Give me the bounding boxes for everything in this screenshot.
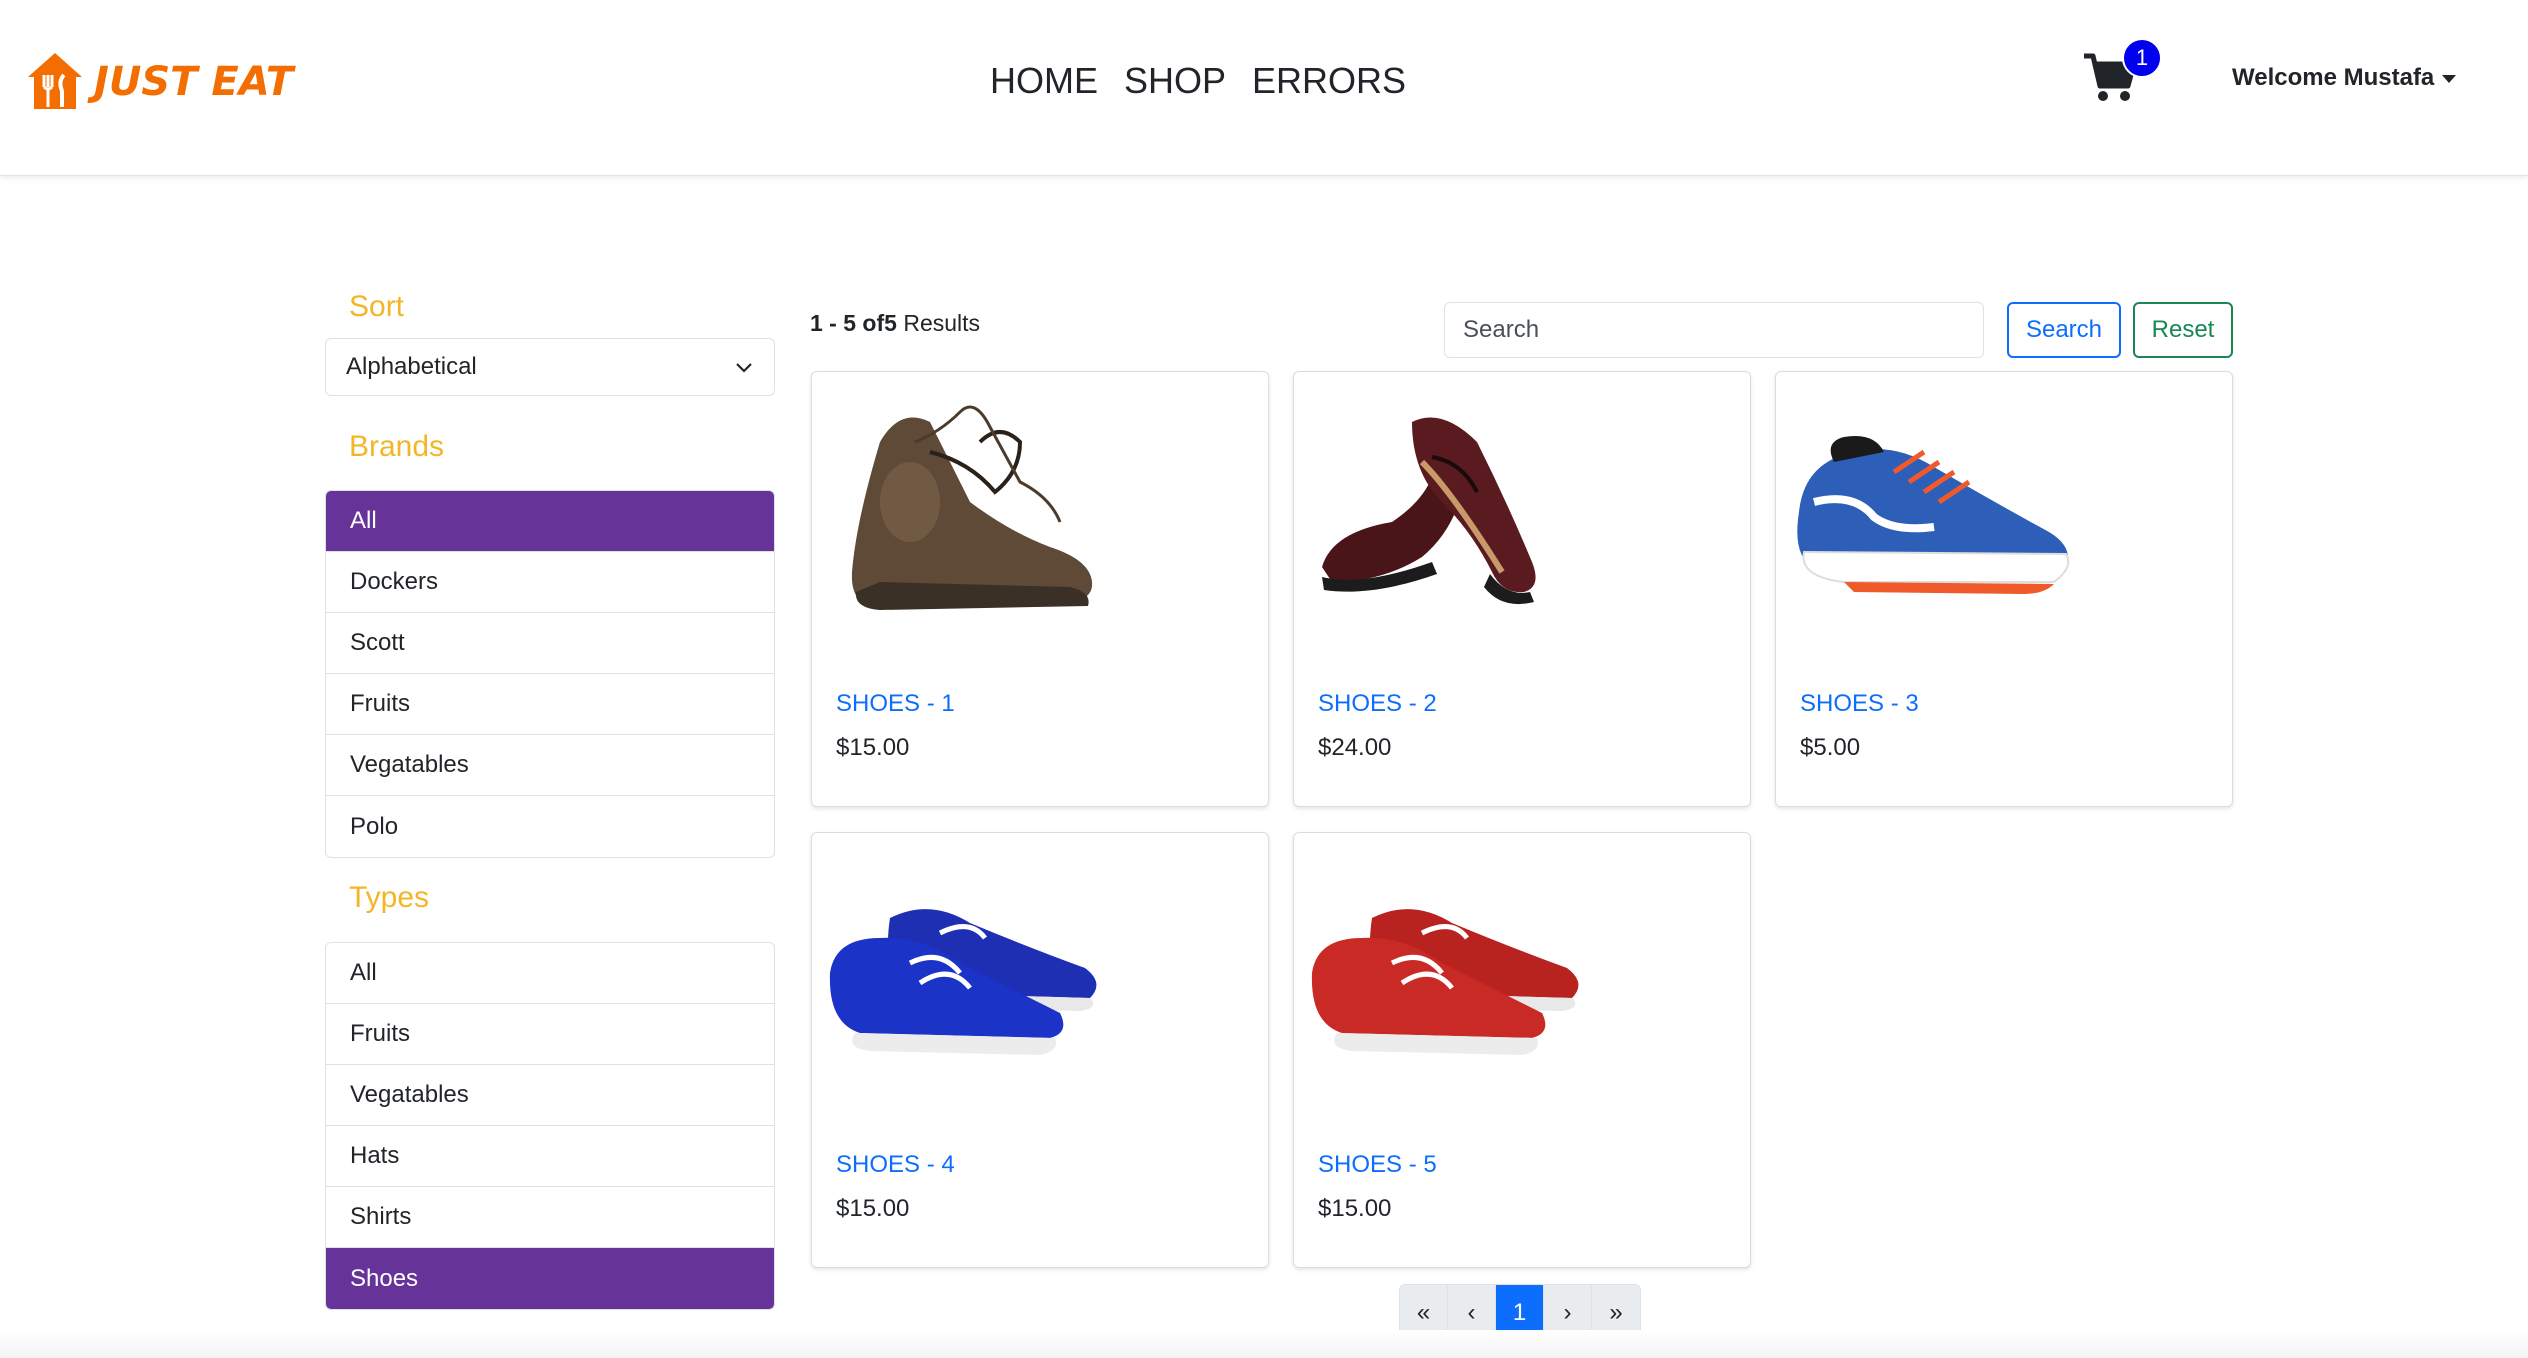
product-image[interactable]: [1784, 382, 2084, 642]
page-bottom-edge: [0, 1330, 2528, 1358]
results-total: 5: [884, 310, 897, 336]
brands-title: Brands: [349, 430, 445, 463]
product-card: SHOES - 1 $15.00: [811, 371, 1269, 807]
types-list: All Fruits Vegatables Hats Shirts Shoes: [325, 942, 775, 1310]
brand-item-fruits[interactable]: Fruits: [326, 674, 774, 735]
results-of: of: [862, 310, 885, 336]
product-title[interactable]: SHOES - 2: [1318, 690, 1437, 718]
type-item-vegatables[interactable]: Vegatables: [326, 1065, 774, 1126]
reset-button[interactable]: Reset: [2133, 302, 2233, 358]
search-input[interactable]: [1444, 302, 1984, 358]
brand-item-scott[interactable]: Scott: [326, 613, 774, 674]
blue-boat-shoes-image: [829, 909, 1097, 1055]
type-item-hats[interactable]: Hats: [326, 1126, 774, 1187]
product-price: $15.00: [836, 734, 910, 761]
type-item-fruits[interactable]: Fruits: [326, 1004, 774, 1065]
brands-list: All Dockers Scott Fruits Vegatables Polo: [325, 490, 775, 858]
product-price: $24.00: [1318, 734, 1392, 761]
main-nav: HOME SHOP ERRORS: [990, 56, 1406, 106]
product-image[interactable]: [1302, 382, 1602, 642]
type-item-shirts[interactable]: Shirts: [326, 1187, 774, 1248]
brand-item-all[interactable]: All: [326, 491, 774, 552]
cart-button[interactable]: 1: [2082, 38, 2162, 106]
brand-item-vegatables[interactable]: Vegatables: [326, 735, 774, 796]
product-price: $15.00: [1318, 1195, 1392, 1222]
type-item-all[interactable]: All: [326, 943, 774, 1004]
user-dropdown[interactable]: Welcome Mustafa: [2232, 64, 2457, 92]
sort-title: Sort: [349, 290, 405, 323]
nav-errors-link[interactable]: ERRORS: [1252, 60, 1406, 102]
caret-down-icon: [2442, 75, 2457, 83]
blue-running-shoes-image: [1797, 436, 2070, 594]
results-count: 1 - 5 of5 Results: [810, 310, 980, 337]
product-card: SHOES - 2 $24.00: [1293, 371, 1751, 807]
brown-hiking-shoes-image: [851, 405, 1093, 610]
product-card: SHOES - 5 $15.00: [1293, 832, 1751, 1268]
results-range: 1 - 5: [810, 310, 857, 336]
nav-shop-link[interactable]: SHOP: [1124, 60, 1226, 102]
brand-item-polo[interactable]: Polo: [326, 796, 774, 857]
sort-selected-value: Alphabetical: [346, 353, 477, 380]
product-card: SHOES - 4 $15.00: [811, 832, 1269, 1268]
brand-name: JUST EAT: [94, 59, 294, 105]
product-image[interactable]: [1302, 843, 1602, 1103]
red-boat-shoes-image: [1311, 909, 1579, 1055]
user-greeting: Welcome Mustafa: [2232, 64, 2435, 91]
product-card: SHOES - 3 $5.00: [1775, 371, 2233, 807]
navbar: JUST EAT HOME SHOP ERRORS 1 Welcome Must…: [0, 0, 2528, 176]
product-price: $5.00: [1800, 734, 1861, 761]
brand-item-dockers[interactable]: Dockers: [326, 552, 774, 613]
brand-logo[interactable]: JUST EAT: [26, 50, 293, 114]
results-suffix: Results: [903, 310, 981, 336]
type-item-shoes[interactable]: Shoes: [326, 1248, 774, 1309]
chevron-down-icon: [736, 363, 752, 373]
product-price: $15.00: [836, 1195, 910, 1222]
product-title[interactable]: SHOES - 1: [836, 690, 955, 718]
burgundy-derby-shoes-image: [1322, 417, 1536, 605]
product-title[interactable]: SHOES - 4: [836, 1151, 955, 1179]
house-fork-icon: [28, 53, 82, 109]
product-title[interactable]: SHOES - 5: [1318, 1151, 1437, 1179]
product-image[interactable]: [820, 843, 1120, 1103]
cart-count-badge: 1: [2122, 38, 2162, 78]
search-button[interactable]: Search: [2007, 302, 2121, 358]
sort-select[interactable]: Alphabetical: [325, 338, 775, 396]
nav-home-link[interactable]: HOME: [990, 60, 1098, 102]
product-title[interactable]: SHOES - 3: [1800, 690, 1919, 718]
product-image[interactable]: [820, 382, 1120, 642]
types-title: Types: [349, 881, 430, 914]
